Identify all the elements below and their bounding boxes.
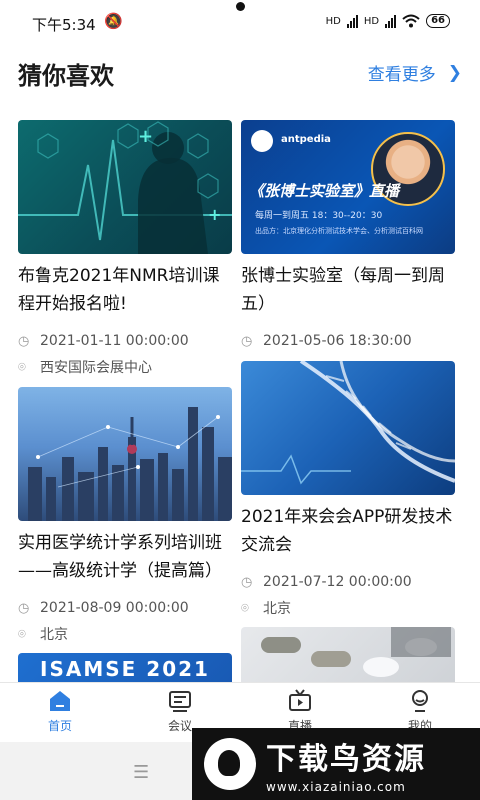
event-card[interactable]: antpedia 《张博士实验室》直播 每周一到周五 18：30--20：30 … — [241, 120, 455, 354]
clock-icon: ◷ — [18, 333, 30, 349]
battery-icon: 66 — [426, 14, 450, 28]
view-more-label: 查看更多 — [367, 65, 436, 85]
dna-helix-image — [241, 361, 455, 485]
event-thumbnail: ISAMSE 2021 — [18, 653, 232, 682]
medical-illustration: + + — [18, 121, 232, 254]
home-icon — [50, 691, 70, 711]
section-title: 猜你喜欢 — [18, 62, 114, 90]
signal-icon-2 — [385, 14, 397, 28]
banner-title: 《张博士实验室》直播 — [249, 182, 400, 200]
event-location: ⌾ 北京 — [241, 595, 455, 621]
event-location: ⌾ 北京 — [18, 621, 232, 647]
event-card[interactable]: + + 布鲁克2021年NMR培训课程开始报名啦! ◷ 2021-01-11 0… — [18, 120, 232, 380]
meeting-icon — [169, 691, 191, 712]
main-content: 猜你喜欢 查看更多 ❯ + + 布鲁克2021年NMR培训课程开始报名啦! ◷ … — [0, 34, 480, 682]
nav-meeting-label: 会议 — [167, 719, 192, 733]
camera-dot — [236, 2, 245, 11]
signal-icon — [346, 14, 358, 28]
location-pin-icon: ⌾ — [18, 626, 26, 642]
event-date-text: 2021-01-11 00:00:00 — [40, 333, 189, 349]
society-logo — [251, 130, 273, 152]
event-title: 布鲁克2021年NMR培训课程开始报名啦! — [18, 266, 220, 314]
nav-home[interactable]: 首页 — [0, 683, 120, 743]
banner-org: 出品方：北京理化分析测试技术学会、分析测试百科网 — [255, 227, 423, 235]
view-more-link[interactable]: 查看更多 ❯ — [367, 60, 462, 86]
event-location: ⌾ 西安国际会展中心 — [18, 354, 232, 380]
profile-icon — [412, 690, 428, 712]
event-date: ◷ 2021-05-06 18:30:00 — [241, 328, 455, 354]
svg-text:+: + — [208, 205, 221, 224]
event-thumbnail: + + — [18, 120, 232, 254]
isamse-banner: ISAMSE 2021 — [40, 657, 210, 681]
hd-label-2: HD — [363, 15, 380, 27]
chevron-right-icon: ❯ — [447, 62, 462, 83]
event-date: ◷ 2021-08-09 00:00:00 — [18, 595, 232, 621]
event-date-text: 2021-08-09 00:00:00 — [40, 600, 189, 616]
event-thumbnail — [18, 387, 232, 521]
watermark-logo — [204, 738, 256, 790]
status-bar: 下午5:34 🔕 HD HD 66 — [0, 0, 480, 34]
event-title: 2021年来会会APP研发技术交流会 — [241, 507, 453, 555]
location-pin-icon: ⌾ — [18, 359, 26, 375]
watermark-url: www.xiazainiao.com — [266, 780, 406, 794]
event-title: 实用医学统计学系列培训班——高级统计学（提高篇） — [18, 533, 222, 581]
event-card[interactable]: 实用医学统计学系列培训班——高级统计学（提高篇） ◷ 2021-08-09 00… — [18, 387, 232, 647]
event-card[interactable]: ISAMSE 2021 — [18, 653, 232, 682]
city-skyline-image — [28, 407, 232, 521]
event-thumbnail — [241, 361, 455, 495]
event-location-text: 西安国际会展中心 — [40, 360, 152, 376]
pills-image — [261, 627, 451, 677]
clock-icon: ◷ — [241, 574, 253, 590]
nav-home-label: 首页 — [47, 719, 72, 733]
event-date: ◷ 2021-01-11 00:00:00 — [18, 328, 232, 354]
event-card[interactable] — [241, 627, 455, 682]
status-time: 下午5:34 — [32, 16, 96, 34]
mute-icon: 🔕 — [104, 12, 123, 30]
location-pin-icon: ⌾ — [241, 600, 249, 616]
event-card[interactable]: 2021年来会会APP研发技术交流会 ◷ 2021-07-12 00:00:00… — [241, 361, 455, 621]
event-thumbnail — [241, 627, 455, 682]
clock-icon: ◷ — [18, 600, 30, 616]
status-icons: HD HD 66 — [326, 14, 450, 28]
event-title: 张博士实验室（每周一到周五） — [241, 266, 445, 314]
event-location-text: 北京 — [263, 601, 291, 617]
watermark-title: 下载鸟资源 — [266, 742, 426, 777]
brand-label: antpedia — [281, 134, 331, 145]
banner-time: 每周一到周五 18：30--20：30 — [255, 211, 383, 221]
hd-label-1: HD — [325, 15, 341, 27]
event-date-text: 2021-07-12 00:00:00 — [263, 574, 412, 590]
event-location-text: 北京 — [40, 627, 68, 643]
clock-icon: ◷ — [241, 333, 253, 349]
event-date: ◷ 2021-07-12 00:00:00 — [241, 569, 455, 595]
wifi-icon — [402, 14, 420, 28]
tv-icon — [289, 689, 311, 711]
event-date-text: 2021-05-06 18:30:00 — [263, 333, 412, 349]
event-thumbnail: antpedia 《张博士实验室》直播 每周一到周五 18：30--20：30 … — [241, 120, 455, 254]
menu-icon[interactable]: ☰ — [133, 762, 149, 783]
watermark-overlay: 下载鸟资源 www.xiazainiao.com — [192, 728, 480, 800]
svg-text:+: + — [138, 126, 153, 147]
